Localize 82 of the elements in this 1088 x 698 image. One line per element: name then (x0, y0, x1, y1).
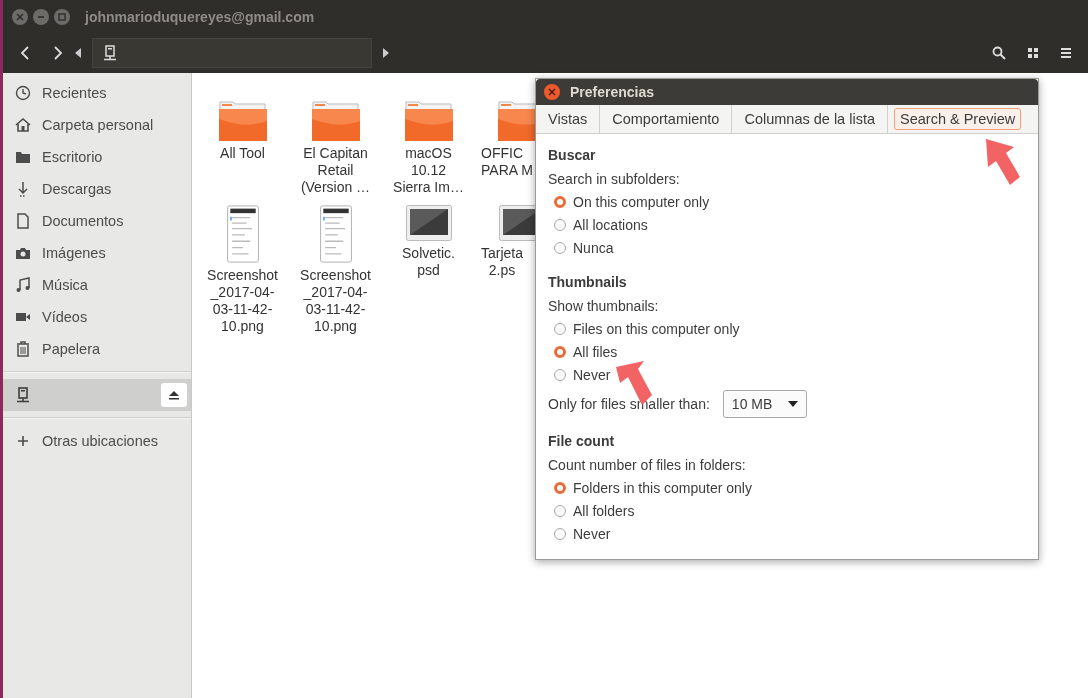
section-label: Show thumbnails: (548, 296, 660, 316)
radio-option[interactable]: All files (548, 340, 1026, 363)
sidebar-item[interactable]: Imágenes (3, 237, 191, 269)
sidebar-item[interactable]: Papelera (3, 333, 191, 365)
file-name: Solvetic. psd (401, 245, 456, 279)
tab[interactable]: Vistas (542, 108, 594, 130)
dialog-title: Preferencias (570, 84, 655, 100)
file-name: OFFIC PARA M (480, 145, 534, 179)
section-heading: File count (548, 432, 616, 451)
close-icon (15, 11, 25, 22)
file-name: Screenshot _2017-04- 03-11-42- 10.png (299, 267, 372, 335)
radio-button[interactable] (554, 241, 566, 254)
radio-button[interactable] (554, 218, 566, 231)
radio-option[interactable]: Folders in this computer only (548, 476, 1026, 499)
sidebar-item[interactable]: Descargas (3, 173, 191, 205)
music-icon (15, 277, 31, 293)
radio-option[interactable]: On this computer only (548, 190, 1026, 213)
sidebar-item[interactable]: Música (3, 269, 191, 301)
maximize-button[interactable] (54, 8, 70, 25)
computer-icon[interactable] (103, 45, 117, 61)
eject-icon (168, 390, 180, 400)
eject-button[interactable] (161, 383, 187, 407)
back-icon[interactable] (19, 45, 31, 61)
close-icon (548, 88, 556, 96)
document-icon (15, 213, 31, 229)
radio-option[interactable]: Files on this computer only (548, 317, 1026, 340)
sidebar-item[interactable]: Vídeos (3, 301, 191, 333)
close-button[interactable] (544, 84, 560, 100)
radio-button[interactable] (554, 345, 566, 358)
computer-icon (15, 387, 31, 403)
tab[interactable]: Comportamiento (606, 108, 726, 130)
radio-option[interactable]: All locations (548, 213, 1026, 236)
sidebar-item[interactable]: Documentos (3, 205, 191, 237)
tab[interactable]: Search & Preview (894, 108, 1022, 130)
radio-button[interactable] (554, 527, 566, 540)
camera-icon (15, 245, 31, 261)
file-name: Tarjeta 2.ps (480, 245, 525, 279)
radio-button[interactable] (554, 504, 566, 517)
folder-icon (15, 149, 31, 165)
size-dropdown[interactable]: 10 MB (722, 390, 808, 418)
scroll-left-icon[interactable] (75, 48, 81, 58)
radio-option[interactable]: All folders (548, 499, 1026, 522)
radio-option[interactable]: Never (548, 522, 1026, 545)
menu-icon[interactable] (1060, 47, 1072, 59)
image-thumbnail-icon[interactable] (405, 205, 452, 241)
radio-option[interactable]: Nunca (548, 236, 1026, 259)
sidebar-item[interactable]: Otras ubicaciones (3, 425, 191, 457)
radio-button[interactable] (554, 195, 566, 208)
sidebar-item[interactable]: Recientes (3, 77, 191, 109)
radio-option[interactable]: Never (548, 363, 1026, 386)
radio-button[interactable] (554, 322, 566, 335)
radio-button[interactable] (554, 481, 566, 494)
minimize-button[interactable] (33, 8, 49, 25)
trash-icon (15, 341, 31, 357)
sidebar-item[interactable]: Escritorio (3, 141, 191, 173)
file-name: El Capitan Retail (Version … (299, 145, 372, 196)
document-thumbnail-icon[interactable] (317, 205, 354, 263)
file-name: Screenshot _2017-04- 03-11-42- 10.png (206, 267, 279, 335)
section-label: Count number of files in folders: (548, 455, 747, 475)
download-icon (15, 181, 31, 197)
search-icon[interactable] (992, 46, 1006, 60)
section-heading: Buscar (548, 146, 597, 165)
document-thumbnail-icon[interactable] (224, 205, 261, 263)
home-icon (15, 117, 31, 133)
plus-icon (15, 433, 31, 449)
grid-view-icon[interactable] (1027, 47, 1039, 59)
maximize-icon (57, 11, 67, 22)
sidebar-item[interactable]: Carpeta personal (3, 109, 191, 141)
recent-icon (15, 85, 31, 101)
caret-icon (788, 401, 799, 407)
scroll-right-icon[interactable] (383, 48, 389, 58)
close-button[interactable] (12, 8, 28, 25)
forward-icon[interactable] (52, 45, 64, 61)
radio-button[interactable] (554, 368, 566, 381)
window-title: johnmarioduquereyes@gmail.com (85, 8, 315, 25)
section-heading: Thumbnails (548, 273, 628, 292)
tab[interactable]: Columnas de la lista (738, 108, 881, 130)
sidebar-device-item[interactable] (3, 379, 191, 411)
file-name: All Tool (219, 145, 266, 162)
size-limit-label: Only for files smaller than: (548, 396, 710, 412)
section-label: Search in subfolders: (548, 169, 681, 189)
file-name: macOS 10.12 Sierra Im… (392, 145, 465, 196)
